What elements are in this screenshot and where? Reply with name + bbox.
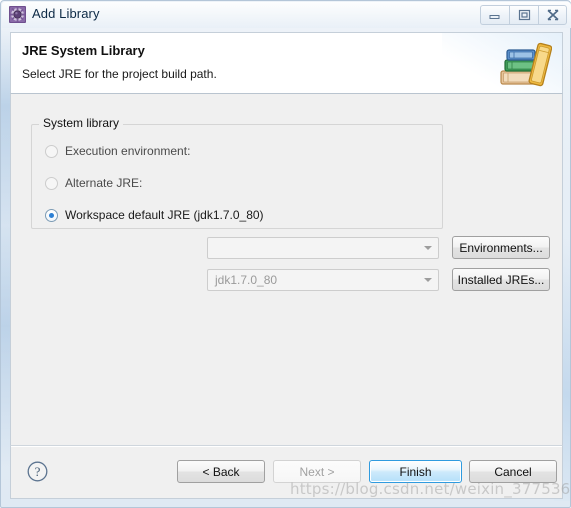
radio-alternate-jre[interactable] bbox=[45, 176, 58, 190]
radio-workspace-default-jre[interactable] bbox=[45, 208, 58, 222]
combo-alternate-jre[interactable]: jdk1.7.0_80 bbox=[207, 269, 439, 291]
dialog-window: Add Library JRE System Library Select JR… bbox=[0, 0, 571, 508]
option-alternate-jre[interactable]: Alternate JRE: bbox=[45, 172, 142, 194]
environments-button[interactable]: Environments... bbox=[452, 236, 550, 259]
svg-text:?: ? bbox=[35, 464, 41, 479]
help-question-icon[interactable]: ? bbox=[27, 461, 48, 482]
chevron-down-icon[interactable] bbox=[419, 271, 437, 289]
restore-icon bbox=[518, 9, 530, 21]
option-workspace-default-jre[interactable]: Workspace default JRE (jdk1.7.0_80) bbox=[45, 204, 264, 226]
window-glass-left-edge bbox=[1, 27, 10, 467]
combo-alternate-jre-value: jdk1.7.0_80 bbox=[215, 273, 278, 287]
dialog-footer: ? < Back Next > Finish Cancel bbox=[10, 445, 563, 499]
system-library-legend: System library bbox=[39, 116, 124, 130]
next-button[interactable]: Next > bbox=[273, 460, 361, 483]
footer-separator bbox=[11, 446, 562, 447]
books-stack-icon bbox=[496, 38, 553, 90]
minimize-button[interactable] bbox=[480, 5, 509, 25]
wizard-header: JRE System Library Select JRE for the pr… bbox=[10, 32, 563, 94]
option-execution-environment[interactable]: Execution environment: bbox=[45, 140, 190, 162]
installed-jres-button[interactable]: Installed JREs... bbox=[452, 268, 550, 291]
restore-button[interactable] bbox=[509, 5, 538, 25]
chevron-down-icon[interactable] bbox=[419, 239, 437, 257]
close-button[interactable] bbox=[538, 5, 567, 25]
finish-button[interactable]: Finish bbox=[369, 460, 462, 483]
cancel-button[interactable]: Cancel bbox=[469, 460, 557, 483]
back-button[interactable]: < Back bbox=[177, 460, 265, 483]
minimize-icon bbox=[489, 15, 500, 19]
combo-execution-environment[interactable] bbox=[207, 237, 439, 259]
window-title: Add Library bbox=[32, 6, 100, 21]
option-label-alternate-jre: Alternate JRE: bbox=[65, 176, 143, 190]
eclipse-gear-icon bbox=[9, 6, 26, 23]
option-label-execution-environment: Execution environment: bbox=[65, 144, 191, 158]
radio-execution-environment[interactable] bbox=[45, 144, 58, 158]
option-label-workspace-default-jre: Workspace default JRE (jdk1.7.0_80) bbox=[65, 208, 264, 222]
page-title: JRE System Library bbox=[22, 43, 145, 58]
dialog-body: System library Execution environment: En… bbox=[10, 94, 563, 445]
window-controls bbox=[480, 5, 567, 26]
close-icon bbox=[546, 9, 559, 21]
page-subtitle: Select JRE for the project build path. bbox=[22, 67, 217, 81]
title-bar[interactable]: Add Library bbox=[2, 2, 571, 28]
